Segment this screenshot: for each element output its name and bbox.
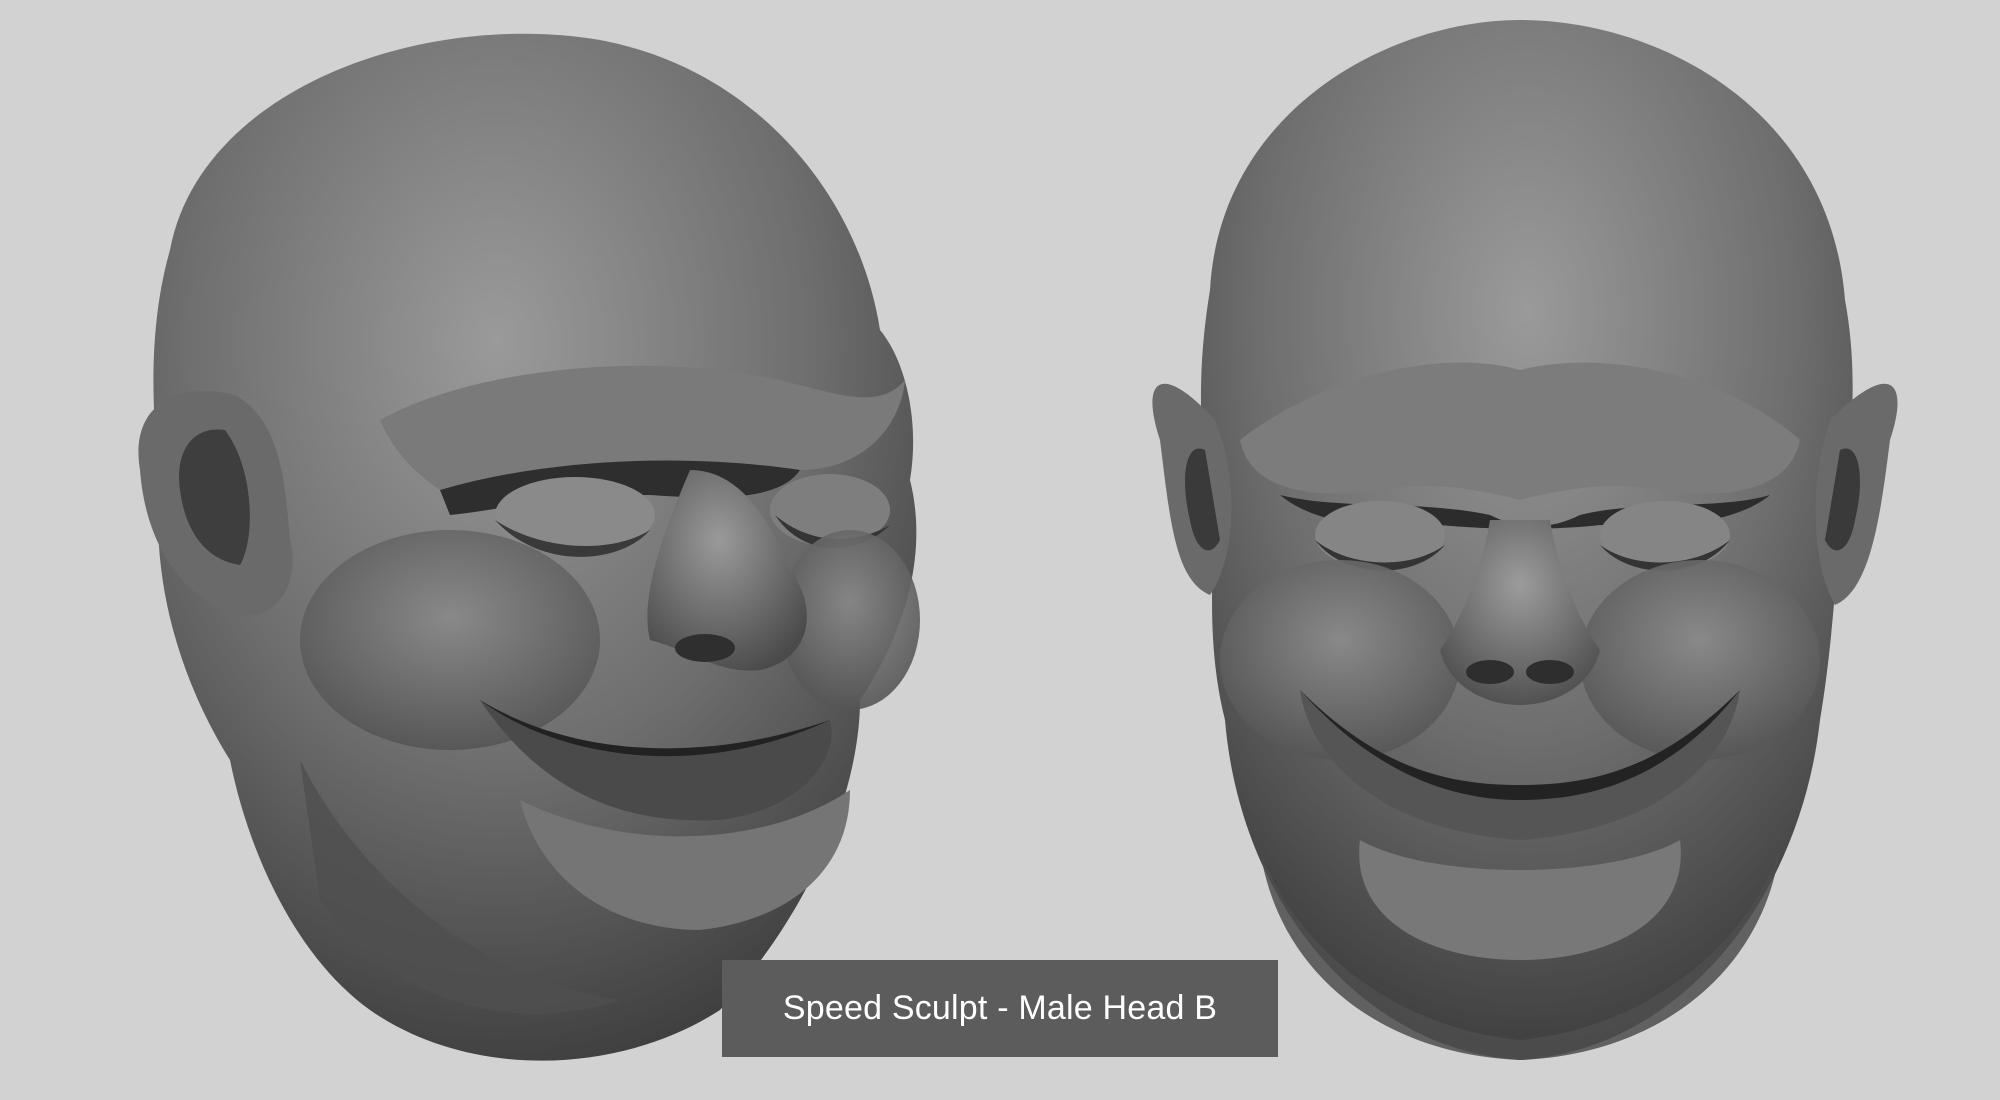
caption-title: Speed Sculpt - Male Head B <box>782 989 1218 1027</box>
head-sculpt-front <box>1152 20 1898 1060</box>
caption-banner: Speed Sculpt - Male Head B <box>722 960 1278 1057</box>
sculpt-presentation: Speed Sculpt - Male Head B <box>0 0 2000 1100</box>
